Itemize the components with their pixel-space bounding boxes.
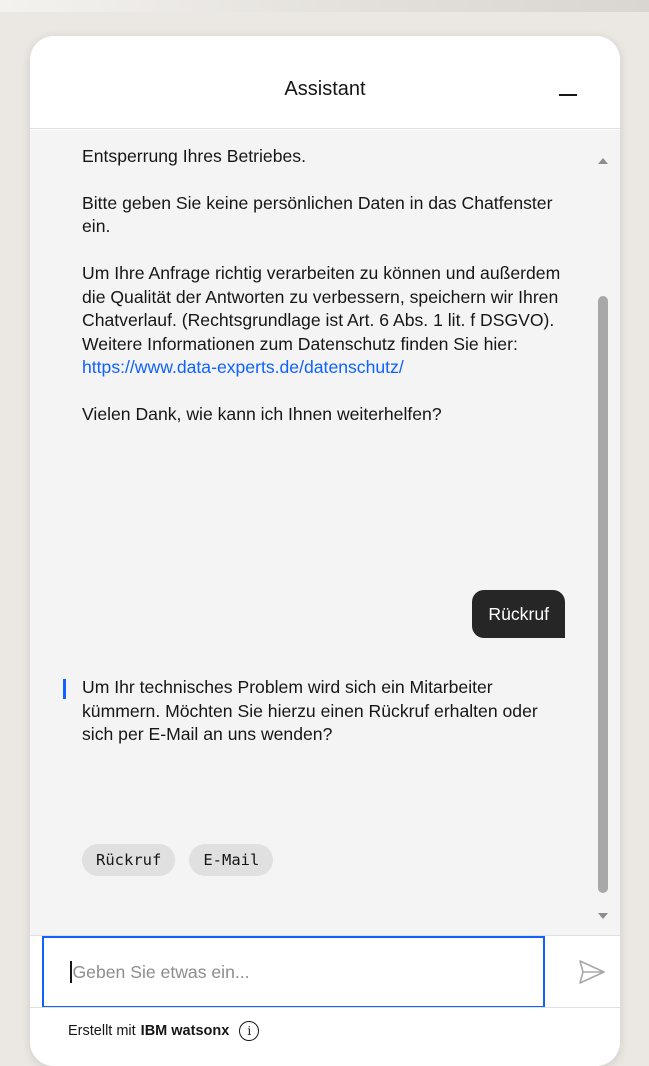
header-title: Assistant (284, 77, 366, 100)
bot-reply-message: Um Ihr technisches Problem wird sich ein… (82, 677, 538, 744)
footer-prefix: Erstellt mit (68, 1023, 136, 1039)
minimize-icon (559, 94, 577, 96)
text-caret (70, 961, 72, 983)
scroll-clip (30, 130, 620, 142)
message-paragraph: Vielen Dank, wie kann ich Ihnen weiterhe… (82, 404, 442, 424)
composer (30, 935, 620, 1008)
quick-replies: Rückruf E-Mail (82, 844, 274, 876)
quick-reply-email[interactable]: E-Mail (189, 844, 274, 876)
scroll-up-arrow-icon[interactable] (598, 158, 608, 164)
user-message-bubble: Rückruf (472, 590, 565, 638)
send-button[interactable] (574, 954, 610, 990)
quick-reply-callback[interactable]: Rückruf (82, 844, 176, 876)
message-input-box[interactable] (42, 936, 545, 1008)
scroll-down-arrow-icon[interactable] (598, 913, 608, 919)
message-list[interactable]: beantworten kann. Gerne helfe ich Ihnen … (30, 130, 620, 935)
reply-indicator (63, 679, 66, 699)
privacy-link[interactable]: https://www.data-experts.de/datenschutz/ (82, 357, 404, 377)
scrollbar[interactable] (596, 144, 612, 919)
privacy-notice: Um Ihre Anfrage richtig verarbeiten zu k… (82, 262, 572, 380)
message-input[interactable] (72, 961, 513, 983)
minimize-button[interactable] (552, 72, 584, 104)
message-paragraph: Um Ihre Anfrage richtig verarbeiten zu k… (82, 263, 561, 354)
chat-header: Assistant (30, 36, 620, 129)
chat-widget: Assistant beantworten kann. Gerne helfe … (30, 36, 620, 1066)
footer-brand: IBM watsonx (140, 1023, 230, 1039)
scrollbar-thumb[interactable] (598, 296, 608, 893)
message-paragraph: Bitte geben Sie keine persönlichen Daten… (82, 192, 553, 237)
send-icon (579, 960, 605, 984)
bot-welcome-message: beantworten kann. Gerne helfe ich Ihnen … (82, 130, 572, 450)
footer: Erstellt mit IBM watsonx i (30, 1007, 620, 1066)
page-background-band (0, 0, 649, 12)
info-icon[interactable]: i (239, 1021, 260, 1041)
